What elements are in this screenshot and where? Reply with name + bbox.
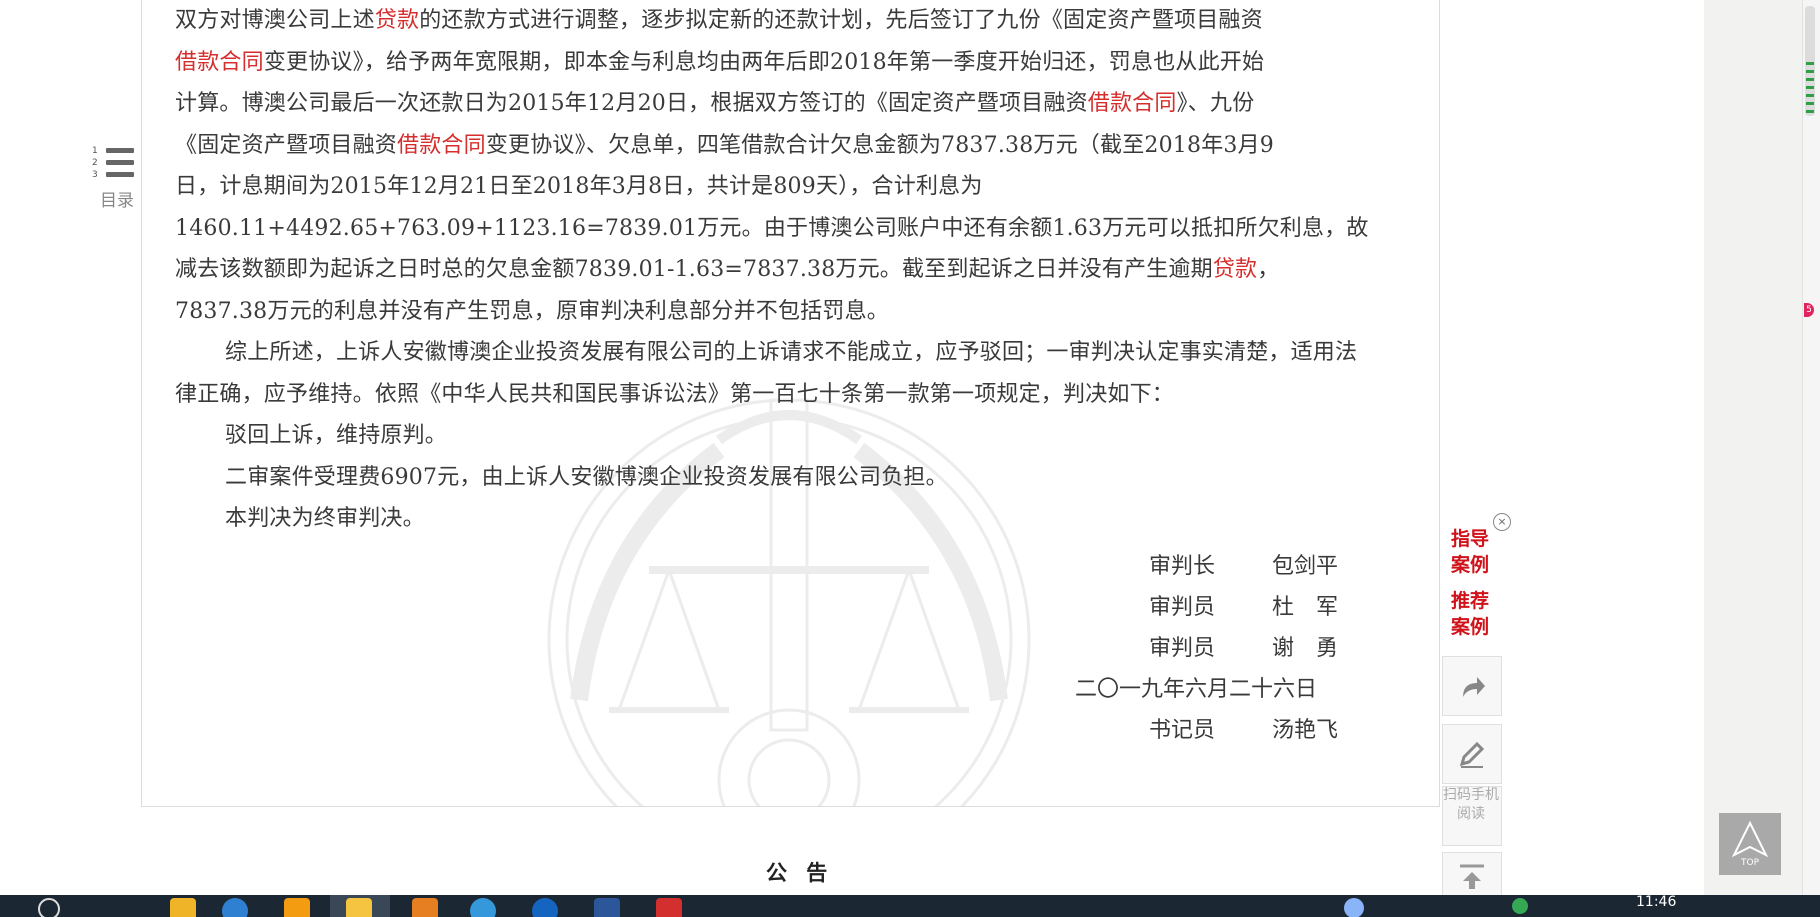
app-icon[interactable] <box>284 898 310 917</box>
notice-title: 公 告 <box>766 861 834 885</box>
pencil-icon <box>1459 741 1485 768</box>
paragraph-final: 本判决为终审判决。 <box>225 506 425 531</box>
keyword-link[interactable]: 借款合同 <box>1088 91 1177 116</box>
keyword-link[interactable]: 借款合同 <box>397 133 486 158</box>
signature-role: 书记员 <box>1149 718 1216 743</box>
text-line: 7837.38万元的利息并没有产生罚息，原审判决利息部分并不包括罚息。 <box>175 298 889 324</box>
scroll-marker <box>1806 86 1814 89</box>
scroll-marker <box>1806 62 1814 65</box>
scrollbar-thumb[interactable] <box>1805 6 1815 116</box>
edit-button[interactable] <box>1442 724 1502 784</box>
right-gutter <box>1704 0 1802 895</box>
toc-label[interactable]: 目录 <box>100 186 134 211</box>
recommended-cases-link[interactable]: 推荐案例 <box>1451 588 1501 640</box>
signature-role: 审判长 <box>1149 554 1216 579</box>
top-label: TOP <box>1740 858 1760 867</box>
file-explorer-icon[interactable] <box>170 898 196 917</box>
text-line: 1460.11+4492.65+763.09+1123.16=7839.01万元… <box>175 215 1369 241</box>
scroll-marker <box>1806 78 1814 81</box>
signature-name: 谢 勇 <box>1272 636 1339 661</box>
signature-role: 审判员 <box>1149 595 1216 620</box>
signature-name: 包剑平 <box>1272 554 1339 579</box>
paragraph-fee: 二审案件受理费6907元，由上诉人安徽博澳企业投资发展有限公司负担。 <box>225 464 948 490</box>
scroll-marker <box>1806 94 1814 97</box>
toc-bar <box>106 172 134 177</box>
browser-icon[interactable] <box>222 898 248 917</box>
toc-number: 2 <box>92 158 98 168</box>
qr-read-label: 扫码手机阅读 <box>1443 787 1499 822</box>
tray-icon[interactable] <box>1512 898 1528 914</box>
scroll-to-top-line-icon <box>1460 864 1484 889</box>
signature-name: 汤艳飞 <box>1272 718 1339 743</box>
back-to-top-button[interactable]: TOP <box>1719 813 1781 875</box>
toc-number: 3 <box>92 170 98 180</box>
taskbar: 11:46 <box>0 895 1820 917</box>
document-card: 双方对博澳公司上述贷款的还款方式进行调整，逐步拟定新的还款计划，先后签订了九份《… <box>141 0 1440 807</box>
signature-role: 审判员 <box>1149 636 1216 661</box>
up-arrow-icon: TOP <box>1731 821 1769 867</box>
share-arrow-icon <box>1463 677 1485 697</box>
keyword-link[interactable]: 贷款 <box>375 8 419 33</box>
share-button[interactable] <box>1442 656 1502 716</box>
paragraph-conclusion: 综上所述，上诉人安徽博澳企业投资发展有限公司的上诉请求不能成立，应予驳回；一审判… <box>175 340 1358 407</box>
text-line: 日，计息期间为2015年12月21日至2018年3月8日，共计是809天），合计… <box>175 174 983 199</box>
scroll-marker <box>1806 110 1814 113</box>
app-icon[interactable] <box>470 898 496 917</box>
text-line: 计算。博澳公司最后一次还款日为2015年12月20日，根据双方签订的《固定资产暨… <box>175 91 1255 116</box>
weather-icon[interactable] <box>1344 898 1364 917</box>
app-icon[interactable] <box>346 898 372 917</box>
toc-number: 1 <box>92 146 98 156</box>
app-icon[interactable] <box>532 898 558 917</box>
scroll-top-tool[interactable] <box>1442 852 1502 897</box>
search-icon[interactable] <box>38 898 60 917</box>
word-icon[interactable] <box>594 898 620 917</box>
text-line: 减去该数额即为起诉之日时总的欠息金额7839.01-1.63=7837.38万元… <box>175 257 1280 282</box>
paragraph-ruling: 驳回上诉，维持原判。 <box>225 423 448 448</box>
scrollbar-track[interactable] <box>1802 0 1820 895</box>
keyword-link[interactable]: 借款合同 <box>175 50 264 75</box>
toc-bar <box>106 160 134 165</box>
guide-cases-link[interactable]: 指导案例 <box>1451 526 1501 578</box>
scroll-marker <box>1806 70 1814 73</box>
pdf-icon[interactable] <box>656 898 682 917</box>
scroll-marker <box>1806 102 1814 105</box>
toc-bar <box>106 148 134 153</box>
taskbar-clock[interactable]: 11:46 <box>1636 895 1676 910</box>
text-line: 《固定资产暨项目融资借款合同变更协议》、欠息单，四笔借款合计欠息金额为7837.… <box>175 132 1274 158</box>
signature-name: 杜 军 <box>1272 595 1339 620</box>
text-line: 借款合同变更协议》，给予两年宽限期，即本金与利息均由两年后即2018年第一季度开… <box>175 49 1265 75</box>
keyword-link[interactable]: 贷款 <box>1213 257 1257 282</box>
app-icon[interactable] <box>412 898 438 917</box>
judgment-date: 二〇一九年六月二十六日 <box>1075 677 1318 702</box>
text-line: 双方对博澳公司上述贷款的还款方式进行调整，逐步拟定新的还款计划，先后签订了九份《… <box>175 8 1263 33</box>
judgment-text: 双方对博澳公司上述贷款的还款方式进行调整，逐步拟定新的还款计划，先后签订了九份《… <box>175 0 1405 540</box>
